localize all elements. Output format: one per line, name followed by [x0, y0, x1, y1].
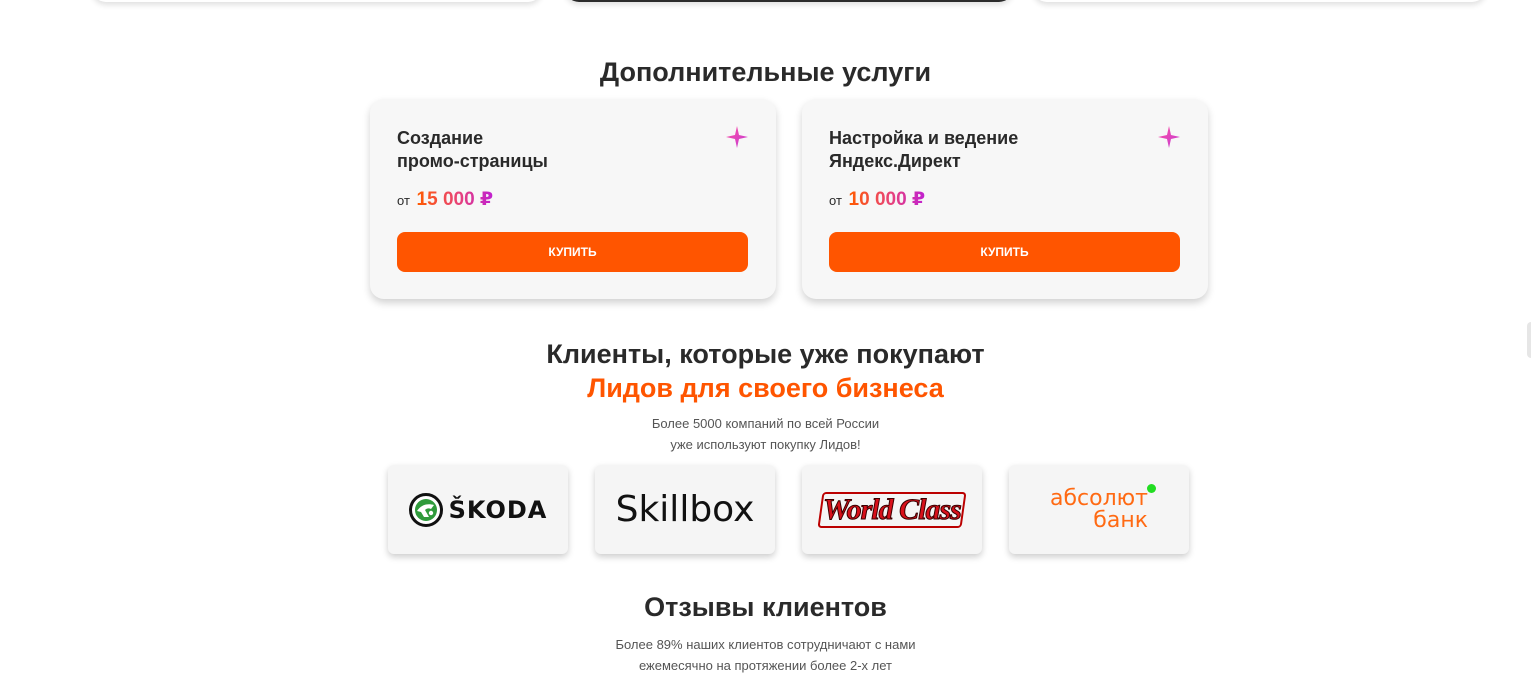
service-price: от 15 000 ₽ [397, 188, 493, 211]
buy-button[interactable]: КУПИТЬ [397, 232, 748, 272]
buy-button[interactable]: КУПИТЬ [829, 232, 1180, 272]
clients-title: Клиенты, которые уже покупают [546, 339, 985, 369]
skoda-logo-icon [408, 492, 443, 527]
clients-subtitle-line1: Более 5000 компаний по всей России [651, 416, 880, 431]
service-card-promo-page: Создание промо-страницы от 15 000 ₽ КУПИ… [370, 99, 776, 299]
sparkle-icon [1158, 126, 1180, 148]
clients-subtitle-line2: уже используют покупку Лидов! [670, 437, 861, 452]
tariff-card-center [565, 0, 1013, 2]
client-logo-skillbox: Skillbox [595, 465, 775, 554]
price-amount: 15 000 ₽ [416, 189, 494, 210]
clients-title-accent: Лидов для своего бизнеса [587, 373, 944, 403]
clients-subtitle: Более 5000 компаний по всей России уже и… [0, 413, 1531, 455]
absolut-bank-logo: абсолют банк [1049, 483, 1156, 533]
skoda-wordmark: ŠKODA [448, 495, 548, 524]
tariff-card-left [92, 0, 542, 2]
absolut-wordmark-line2: банк [1093, 507, 1148, 533]
price-prefix: от [397, 193, 410, 208]
reviews-subtitle-line2: ежемесячно на протяжении более 2-х лет [638, 658, 893, 673]
reviews-title: Отзывы клиентов [644, 592, 887, 622]
reviews-subtitle-line1: Более 89% наших клиентов сотрудничают с … [615, 637, 916, 652]
absolut-wordmark-line1: абсолют [1049, 485, 1148, 511]
services-title: Дополнительные услуги [599, 57, 932, 87]
client-logo-world-class: World Class [802, 465, 982, 554]
tariff-card-right [1033, 0, 1486, 2]
price-amount: 10 000 ₽ [848, 189, 926, 210]
price-prefix: от [829, 193, 842, 208]
reviews-subtitle: Более 89% наших клиентов сотрудничают с … [0, 634, 1531, 676]
skillbox-logo: Skillbox [615, 489, 755, 530]
service-title: Настройка и ведение Яндекс.Директ [829, 128, 1019, 171]
service-price: от 10 000 ₽ [829, 188, 925, 211]
world-class-wordmark: World Class [823, 492, 963, 526]
client-logo-skoda: ŠKODA [388, 465, 568, 554]
service-card-yandex-direct: Настройка и ведение Яндекс.Директ от 10 … [802, 99, 1208, 299]
world-class-logo: World Class [817, 490, 967, 530]
sparkle-icon [726, 126, 748, 148]
absolut-dot-icon [1147, 483, 1156, 493]
service-title: Создание промо-страницы [397, 128, 548, 171]
client-logo-absolut-bank: абсолют банк [1009, 465, 1189, 554]
